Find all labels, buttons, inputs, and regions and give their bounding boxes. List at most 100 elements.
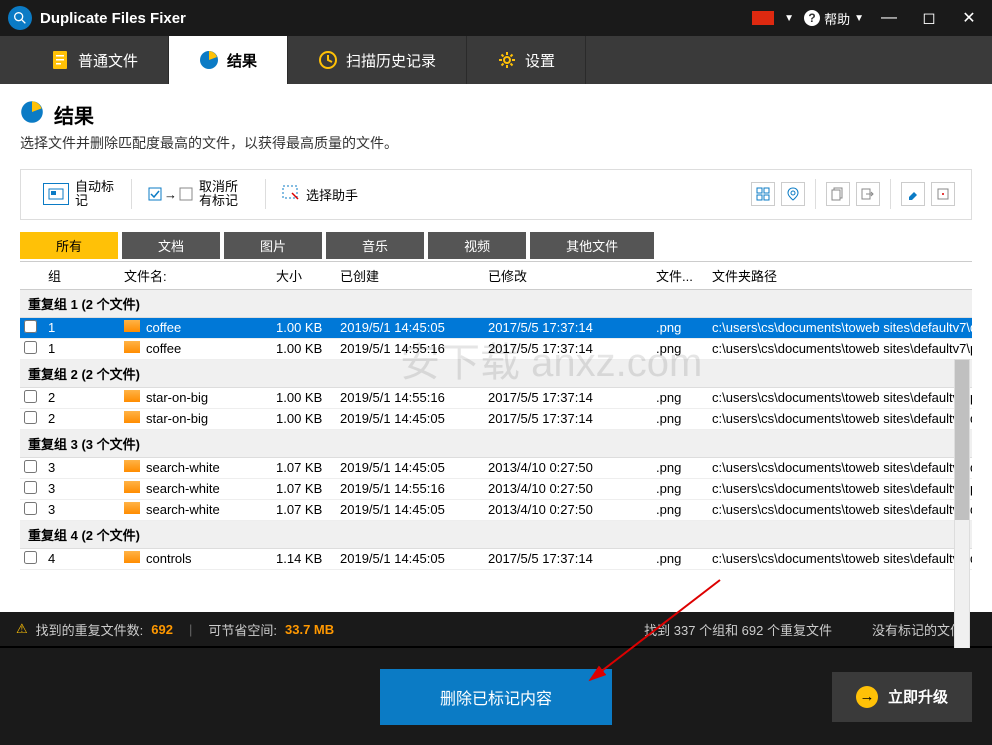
col-modified[interactable]: 已修改: [488, 266, 656, 285]
language-flag-icon[interactable]: [752, 11, 774, 25]
location-button[interactable]: [781, 182, 805, 206]
warning-icon: ⚠: [16, 621, 28, 637]
export-button[interactable]: [931, 182, 955, 206]
move-button[interactable]: [856, 182, 880, 206]
filter-all[interactable]: 所有: [20, 232, 118, 259]
tool-label: 选择助手: [306, 185, 358, 204]
tool-label: 自动标记: [75, 180, 115, 209]
scrollbar-thumb[interactable]: [955, 360, 969, 520]
tab-history[interactable]: 扫描历史记录: [288, 36, 467, 84]
minimize-button[interactable]: —: [874, 3, 904, 33]
unmark-all-button[interactable]: → 取消所有标记: [142, 176, 255, 213]
dropdown-arrow-icon[interactable]: ▼: [784, 13, 794, 24]
selection-helper-button[interactable]: 选择助手: [276, 181, 364, 208]
cell-ext: .png: [656, 341, 712, 356]
save-space-value: 33.7 MB: [285, 622, 334, 637]
pie-chart-icon: [199, 50, 219, 70]
cell-group: 3: [44, 481, 124, 496]
tab-results[interactable]: 结果: [169, 36, 288, 84]
table-row[interactable]: 2star-on-big1.00 KB2019/5/1 14:45:052017…: [20, 409, 972, 430]
table-row[interactable]: 1coffee1.00 KB2019/5/1 14:55:162017/5/5 …: [20, 339, 972, 360]
row-checkbox[interactable]: [24, 341, 37, 354]
col-size[interactable]: 大小: [276, 266, 340, 285]
row-checkbox[interactable]: [24, 551, 37, 564]
filter-music[interactable]: 音乐: [326, 232, 424, 259]
cell-name: star-on-big: [124, 390, 276, 405]
gear-icon: [497, 50, 517, 70]
cell-created: 2019/5/1 14:45:05: [340, 320, 488, 335]
cell-name: coffee: [124, 341, 276, 356]
row-checkbox[interactable]: [24, 481, 37, 494]
group-header[interactable]: 重复组 3 (3 个文件): [20, 430, 972, 458]
table-row[interactable]: 3search-white1.07 KB2019/5/1 14:55:16201…: [20, 479, 972, 500]
selection-icon: [282, 185, 300, 204]
help-icon: ?: [804, 10, 820, 26]
cell-path: c:\users\cs\documents\toweb sites\defaul…: [712, 390, 972, 405]
main-tabs: 普通文件 结果 扫描历史记录 设置: [0, 36, 992, 84]
delete-marked-button[interactable]: 删除已标记内容: [380, 669, 612, 725]
row-checkbox[interactable]: [24, 320, 37, 333]
content-area: 结果 选择文件并删除匹配度最高的文件，以获得最高质量的文件。 自动标记 → 取消…: [0, 84, 992, 612]
scrollbar[interactable]: [954, 359, 970, 671]
table-row[interactable]: 1coffee1.00 KB2019/5/1 14:45:052017/5/5 …: [20, 318, 972, 339]
cell-name: search-white: [124, 481, 276, 496]
found-summary: 找到 337 个组和 692 个重复文件: [644, 620, 832, 639]
table-row[interactable]: 4controls1.14 KB2019/5/1 14:45:052017/5/…: [20, 549, 972, 570]
image-file-icon: [124, 411, 140, 423]
group-header[interactable]: 重复组 2 (2 个文件): [20, 360, 972, 388]
table-row[interactable]: 2star-on-big1.00 KB2019/5/1 14:55:162017…: [20, 388, 972, 409]
cell-ext: .png: [656, 460, 712, 475]
cell-created: 2019/5/1 14:45:05: [340, 460, 488, 475]
tab-normal-files[interactable]: 普通文件: [20, 36, 169, 84]
cell-path: c:\users\cs\documents\toweb sites\defaul…: [712, 502, 972, 517]
filter-docs[interactable]: 文档: [122, 232, 220, 259]
cell-size: 1.00 KB: [276, 411, 340, 426]
tool-label: 取消所有标记: [199, 180, 249, 209]
cell-ext: .png: [656, 390, 712, 405]
upgrade-button[interactable]: → 立即升级: [832, 672, 972, 722]
image-file-icon: [124, 320, 140, 332]
image-file-icon: [124, 341, 140, 353]
row-checkbox[interactable]: [24, 502, 37, 515]
filter-images[interactable]: 图片: [224, 232, 322, 259]
col-path[interactable]: 文件夹路径: [712, 266, 972, 285]
page-subtitle: 选择文件并删除匹配度最高的文件，以获得最高质量的文件。: [20, 133, 972, 153]
cell-path: c:\users\cs\documents\toweb sites\defaul…: [712, 481, 972, 496]
cell-name: coffee: [124, 320, 276, 335]
col-group[interactable]: 组: [44, 266, 124, 285]
pie-chart-icon: [20, 100, 44, 129]
filter-other[interactable]: 其他文件: [530, 232, 654, 259]
table-row[interactable]: 3search-white1.07 KB2019/5/1 14:45:05201…: [20, 458, 972, 479]
table-row[interactable]: 3search-white1.07 KB2019/5/1 14:45:05201…: [20, 500, 972, 521]
dropdown-arrow-icon: ▼: [854, 13, 864, 24]
eraser-button[interactable]: [901, 182, 925, 206]
cell-created: 2019/5/1 14:55:16: [340, 390, 488, 405]
filter-video[interactable]: 视频: [428, 232, 526, 259]
tab-label: 结果: [227, 50, 257, 71]
cell-size: 1.07 KB: [276, 481, 340, 496]
cell-ext: .png: [656, 320, 712, 335]
row-checkbox[interactable]: [24, 390, 37, 403]
help-button[interactable]: ? 帮助 ▼: [804, 9, 864, 28]
tab-settings[interactable]: 设置: [467, 36, 586, 84]
maximize-button[interactable]: ◻: [914, 3, 944, 33]
group-header[interactable]: 重复组 1 (2 个文件): [20, 290, 972, 318]
col-ext[interactable]: 文件...: [656, 266, 712, 285]
grid-body[interactable]: 重复组 1 (2 个文件)1coffee1.00 KB2019/5/1 14:4…: [20, 290, 972, 588]
copy-button[interactable]: [826, 182, 850, 206]
cell-path: c:\users\cs\documents\toweb sites\defaul…: [712, 551, 972, 566]
cell-size: 1.14 KB: [276, 551, 340, 566]
automark-button[interactable]: 自动标记: [37, 176, 121, 213]
row-checkbox[interactable]: [24, 411, 37, 424]
col-name[interactable]: 文件名:: [124, 266, 276, 285]
cell-group: 1: [44, 341, 124, 356]
cell-size: 1.07 KB: [276, 502, 340, 517]
row-checkbox[interactable]: [24, 460, 37, 473]
grid-view-button[interactable]: [751, 182, 775, 206]
group-header[interactable]: 重复组 4 (2 个文件): [20, 521, 972, 549]
close-button[interactable]: ✕: [954, 3, 984, 33]
col-created[interactable]: 已创建: [340, 266, 488, 285]
cell-group: 3: [44, 460, 124, 475]
arrow-right-icon: →: [856, 686, 878, 708]
cell-group: 2: [44, 411, 124, 426]
